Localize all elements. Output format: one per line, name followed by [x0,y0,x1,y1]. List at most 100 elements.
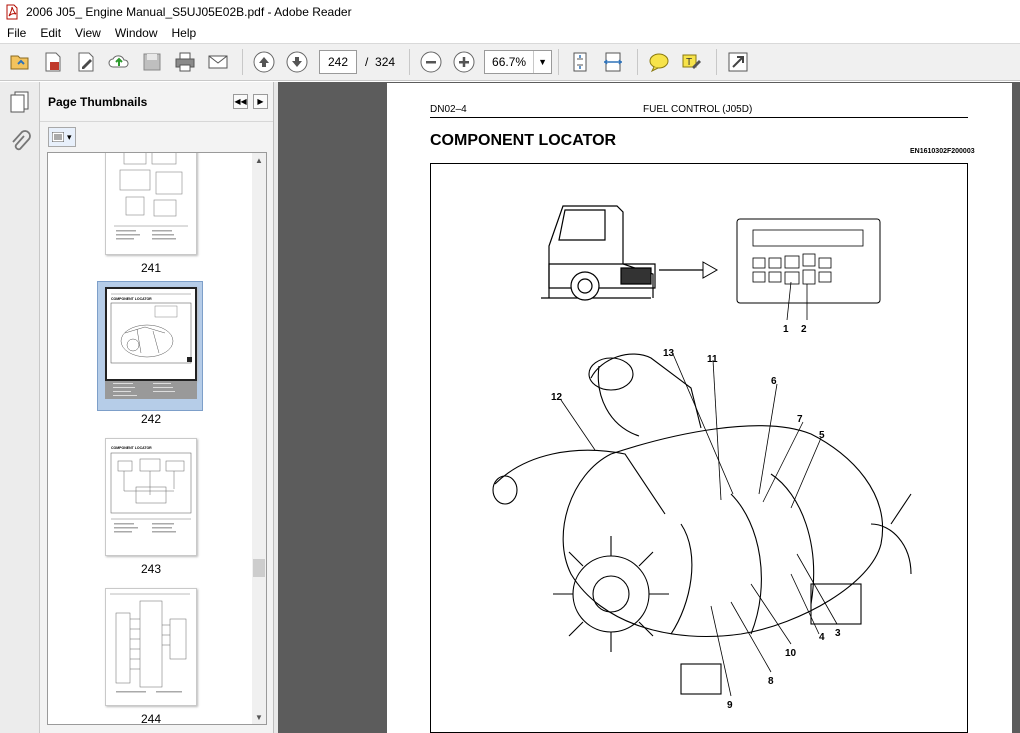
callout-10: 10 [785,648,797,659]
toolbar: 242 / 324 66.7% ▼ T [0,43,1020,81]
menu-file[interactable]: File [0,23,33,43]
edit-icon [78,52,94,72]
pages-pane-button[interactable] [0,82,40,122]
document-code: EN1610302F200003 [910,148,975,155]
truck-drawing [541,205,656,301]
thumbnail-label-241: 241 [140,261,162,275]
thumbnail-243[interactable]: COMPONENT LOCATOR [105,438,197,556]
panel-menu-button[interactable]: ▶ [253,94,268,109]
open-icon [10,55,29,70]
save-icon [143,53,161,71]
page-preview-243: COMPONENT LOCATOR [110,446,192,533]
options-icon [52,132,65,142]
toolbar-separator [409,49,411,75]
illustration-frame: 1 2 3 4 5 6 7 8 9 10 11 12 13 [430,163,968,733]
page-total: / 324 [365,55,395,69]
fit-width-icon [603,52,623,72]
options-menu-button[interactable]: ▾ [48,127,76,147]
zoom-in-button[interactable] [449,47,479,77]
page-preview-242: COMPONENT LOCATOR [110,293,192,364]
page-number-input[interactable]: 242 [319,50,357,74]
chevron-down-icon[interactable]: ▼ [533,51,551,73]
thumbnail-241[interactable] [105,153,197,255]
upload-button[interactable] [104,47,134,77]
thumbnail-242[interactable]: COMPONENT LOCATOR [105,287,197,381]
zoom-value[interactable]: 66.7% [485,51,533,73]
thumbnail-244[interactable] [105,588,197,706]
print-button[interactable] [170,47,200,77]
callout-leaders [560,353,838,697]
attachments-pane-button[interactable] [0,122,40,162]
panel-title: Page Thumbnails [48,94,148,109]
menu-edit[interactable]: Edit [33,23,68,43]
toolbar-separator [716,49,718,75]
create-pdf-button[interactable] [38,47,68,77]
next-page-icon [286,51,308,73]
next-page-button[interactable] [282,47,312,77]
callout-13: 13 [663,348,675,359]
callout-5: 5 [819,430,825,441]
callout-11: 11 [707,354,718,365]
callout-12: 12 [551,392,563,403]
edit-button[interactable] [71,47,101,77]
thumbnails-panel: Page Thumbnails ◀◀ ▶ ▾ 241 COMPONENT LOC… [40,82,274,733]
title-bar: 2006 J05_ Engine Manual_S5UJ05E02B.pdf -… [0,0,1020,23]
previous-page-button[interactable] [249,47,279,77]
print-icon [175,52,195,72]
comment-button[interactable] [644,47,674,77]
thumbnails-list: 241 COMPONENT LOCATOR 242 COMPONENT LOCA… [47,152,267,725]
toolbar-separator [637,49,639,75]
thumbnail-title-243: COMPONENT LOCATOR [111,446,152,450]
svg-text:T: T [686,57,692,68]
callout-6: 6 [771,376,777,387]
page-preview-244 [110,593,190,693]
header-rule [430,117,968,118]
expand-icon [728,52,748,72]
fit-page-icon [573,52,587,72]
page-title: COMPONENT LOCATOR [430,132,617,149]
navigation-pane-strip [0,82,40,733]
callout-9: 9 [727,700,733,711]
save-button[interactable] [137,47,167,77]
open-button[interactable] [5,47,35,77]
page-thumbnails-icon [10,91,29,113]
thumbnail-242-footer [105,381,197,399]
fit-width-button[interactable] [598,47,628,77]
window-title: 2006 J05_ Engine Manual_S5UJ05E02B.pdf -… [26,4,352,19]
expand-button[interactable] [723,47,753,77]
page-preview-241 [114,153,188,240]
toolbar-separator [242,49,243,75]
engine-drawing [492,353,912,695]
zoom-select[interactable]: 66.7% ▼ [484,50,553,74]
thumbnail-label-242: 242 [140,412,162,426]
thumbnail-label-243: 243 [140,562,162,576]
thumbnail-label-244: 244 [140,712,162,725]
highlight-button[interactable]: T [677,47,707,77]
callout-1: 1 [783,324,789,335]
thumbnails-scrollbar[interactable]: ▲ ▼ [252,153,266,724]
scroll-up-icon[interactable]: ▲ [252,153,266,167]
previous-page-icon [253,51,275,73]
document-view[interactable]: DN02–4 FUEL CONTROL (J05D) COMPONENT LOC… [278,82,1020,733]
page-header-section: DN02–4 [430,104,467,115]
engine-illustration: 1 2 3 4 5 6 7 8 9 10 11 12 13 [492,205,912,711]
menu-view[interactable]: View [68,23,108,43]
scroll-down-icon[interactable]: ▼ [252,710,266,724]
highlight-icon: T [682,54,702,69]
collapse-panel-button[interactable]: ◀◀ [233,94,248,109]
toolbar-separator [558,49,560,75]
create-pdf-icon [45,52,61,72]
scrollbar-thumb[interactable] [253,559,265,577]
menu-window[interactable]: Window [108,23,165,43]
thumbnails-header: Page Thumbnails ◀◀ ▶ [40,82,273,122]
page-separator: / [365,55,369,69]
email-button[interactable] [203,47,233,77]
email-icon [208,55,228,69]
callout-7: 7 [797,414,803,425]
zoom-out-button[interactable] [416,47,446,77]
paperclip-icon [12,130,31,151]
callout-2: 2 [801,324,807,335]
zoom-out-icon [420,51,442,73]
fit-page-button[interactable] [565,47,595,77]
menu-help[interactable]: Help [165,23,204,43]
